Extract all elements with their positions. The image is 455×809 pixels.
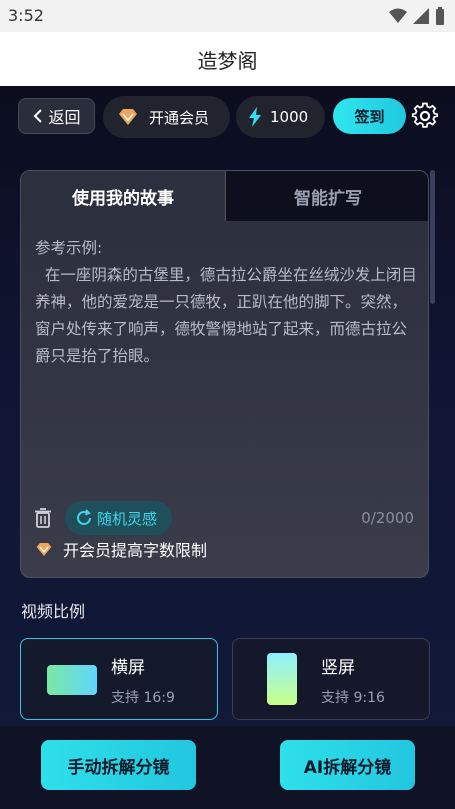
status-bar: 3:52 <box>0 0 455 32</box>
story-tabs: 使用我的故事 智能扩写 <box>21 171 428 221</box>
tab-smart-expand[interactable]: 智能扩写 <box>226 171 428 221</box>
ai-storyboard-button[interactable]: AI拆解分镜 <box>280 740 415 790</box>
tab-my-story[interactable]: 使用我的故事 <box>21 171 226 221</box>
trash-icon[interactable] <box>33 507 53 529</box>
aspect-sub: 支持 9:16 <box>321 690 385 706</box>
points-value: 1000 <box>270 108 309 126</box>
example-text: 在一座阴森的古堡里，德古拉公爵坐在丝绒沙发上闭目养神，他的爱宠是一只德牧，正趴在… <box>35 266 417 365</box>
lightning-icon <box>249 107 261 127</box>
top-toolbar: 返回 开通会员 1000 签到 <box>0 96 455 140</box>
status-time: 3:52 <box>8 6 44 25</box>
signal-icon <box>413 8 429 24</box>
story-input[interactable]: 参考示例: 在一座阴森的古堡里，德古拉公爵坐在丝绒沙发上闭目养神，他的爱宠是一只… <box>35 235 418 370</box>
refresh-icon <box>77 509 91 525</box>
back-label: 返回 <box>48 108 81 127</box>
app-title: 造梦阁 <box>0 32 455 86</box>
bottom-action-bar: 手动拆解分镜 AI拆解分镜 <box>0 726 455 809</box>
status-icons <box>389 7 445 25</box>
story-card: 使用我的故事 智能扩写 参考示例: 在一座阴森的古堡里，德古拉公爵坐在丝绒沙发上… <box>20 170 429 578</box>
points-badge[interactable]: 1000 <box>236 96 325 138</box>
aspect-sub: 支持 16:9 <box>111 690 175 706</box>
random-inspiration-button[interactable]: 随机灵感 <box>65 501 172 535</box>
aspect-option-landscape[interactable]: 横屏 支持 16:9 <box>20 638 218 720</box>
portrait-swatch <box>267 653 297 705</box>
wifi-icon <box>389 8 407 23</box>
random-inspiration-label: 随机灵感 <box>97 509 158 528</box>
scrollbar[interactable] <box>430 170 435 304</box>
diamond-icon <box>119 109 137 125</box>
aspect-title: 横屏 <box>111 658 145 678</box>
main-screen: 返回 开通会员 1000 签到 使用我的故事 智能扩写 参考示例: 在一座阴森的… <box>0 86 455 809</box>
checkin-button[interactable]: 签到 <box>333 98 406 134</box>
battery-icon <box>436 7 444 25</box>
aspect-option-portrait[interactable]: 竖屏 支持 9:16 <box>232 638 430 720</box>
back-button[interactable]: 返回 <box>18 98 95 134</box>
upsell-text: 开会员提高字数限制 <box>63 541 208 560</box>
member-button[interactable]: 开通会员 <box>103 96 230 138</box>
chevron-left-icon <box>34 109 43 123</box>
gear-icon[interactable] <box>411 102 439 130</box>
manual-storyboard-button[interactable]: 手动拆解分镜 <box>41 740 196 790</box>
example-title: 参考示例: <box>35 239 103 257</box>
landscape-swatch <box>47 665 97 695</box>
aspect-section-label: 视频比例 <box>21 602 86 621</box>
diamond-icon <box>36 542 52 556</box>
upsell-link[interactable]: 开会员提高字数限制 <box>35 537 207 561</box>
member-label: 开通会员 <box>149 108 210 127</box>
aspect-title: 竖屏 <box>321 658 355 678</box>
char-count: 0/2000 <box>361 509 414 527</box>
